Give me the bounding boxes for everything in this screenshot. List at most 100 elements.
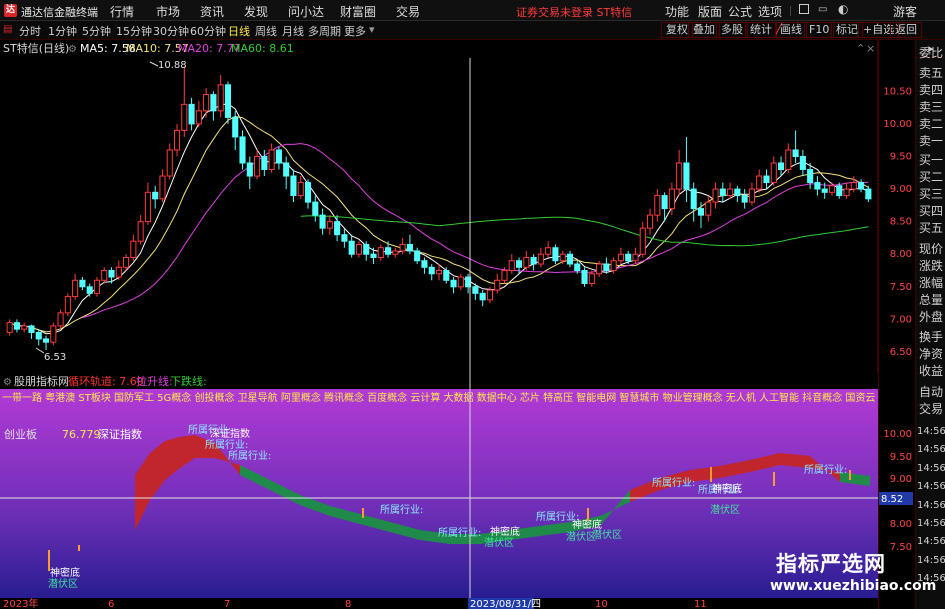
period-weekly[interactable]: 周线 bbox=[255, 23, 277, 39]
menu-options[interactable]: 选项 bbox=[758, 3, 782, 20]
candle bbox=[21, 325, 28, 330]
signal-bar bbox=[362, 508, 364, 518]
menu-function[interactable]: 功能 bbox=[665, 3, 689, 20]
menu-news[interactable]: 资讯 bbox=[200, 3, 224, 20]
period-multi[interactable]: 多周期 bbox=[308, 23, 341, 39]
candle bbox=[203, 94, 210, 112]
candle bbox=[603, 263, 610, 272]
period-more[interactable]: 更多 bbox=[344, 23, 366, 39]
tab-ask1[interactable]: 卖一 bbox=[916, 134, 945, 148]
candle bbox=[763, 175, 770, 184]
tab-ask3[interactable]: 卖三 bbox=[916, 100, 945, 114]
tab-bid1[interactable]: 买一 bbox=[916, 153, 945, 167]
candle bbox=[224, 84, 232, 118]
tab-ask2[interactable]: 卖二 bbox=[916, 117, 945, 131]
period-daily[interactable]: 日线 bbox=[228, 23, 250, 39]
period-1min[interactable]: 1分钟 bbox=[48, 23, 77, 39]
candle bbox=[741, 195, 748, 203]
guest-label[interactable]: 游客 bbox=[893, 3, 917, 20]
tab-bid3[interactable]: 买三 bbox=[916, 187, 945, 201]
menu-layout[interactable]: 版面 bbox=[698, 3, 722, 20]
candle bbox=[42, 338, 50, 343]
period-15min[interactable]: 15分钟 bbox=[116, 23, 152, 39]
close-icon[interactable]: × bbox=[866, 42, 875, 55]
candle bbox=[472, 286, 479, 294]
tab-turnover[interactable]: 换手 bbox=[916, 330, 945, 344]
period-5min[interactable]: 5分钟 bbox=[82, 23, 111, 39]
watermark-title: 指标严选网 bbox=[776, 552, 886, 576]
period-30min[interactable]: 30分钟 bbox=[153, 23, 189, 39]
candle bbox=[501, 270, 508, 281]
menu-discover[interactable]: 发现 bbox=[244, 3, 268, 20]
time-item: 14:56 bbox=[917, 481, 945, 493]
stock-title[interactable]: ST特信(日线) bbox=[3, 41, 69, 55]
tab-earnings[interactable]: 收益 bbox=[916, 364, 945, 378]
draw-line-button[interactable]: 画线 bbox=[775, 22, 807, 38]
tab-ask4[interactable]: 卖四 bbox=[916, 83, 945, 97]
candle bbox=[581, 270, 588, 285]
screen-icon[interactable]: ▭ bbox=[818, 4, 830, 16]
chevron-up-icon[interactable]: ⌃ bbox=[856, 42, 865, 55]
period-monthly[interactable]: 月线 bbox=[282, 23, 304, 39]
period-intraday[interactable]: 分时 bbox=[19, 23, 41, 39]
tab-outer[interactable]: 外盘 bbox=[916, 310, 945, 324]
candle bbox=[348, 240, 355, 255]
list-icon[interactable]: ▤ bbox=[3, 24, 12, 36]
menu-quotes[interactable]: 行情 bbox=[110, 3, 134, 20]
index-label: 深证指数 bbox=[98, 427, 142, 441]
auto-trade-label[interactable]: 自动 bbox=[916, 385, 945, 399]
tab-change-pct[interactable]: 涨幅 bbox=[916, 276, 945, 290]
menu-ask[interactable]: 问小达 bbox=[288, 3, 324, 20]
candle bbox=[370, 253, 377, 258]
candle bbox=[93, 279, 101, 294]
candle bbox=[639, 227, 646, 255]
tab-bid2[interactable]: 买二 bbox=[916, 170, 945, 184]
tab-bid-ratio[interactable]: 委比 bbox=[916, 46, 945, 60]
app-logo-icon: 达 bbox=[4, 4, 17, 17]
login-notice[interactable]: 证券交易未登录 ST特信 bbox=[516, 4, 632, 20]
window-icon[interactable] bbox=[799, 4, 809, 14]
tab-volume[interactable]: 总量 bbox=[916, 293, 945, 307]
chart-area[interactable]: ST特信(日线) ⚙ MA5: 7.58 MA10: 7.57 MA20: 7.… bbox=[0, 40, 915, 609]
candle bbox=[115, 266, 122, 278]
tab-bid4[interactable]: 买四 bbox=[916, 204, 945, 218]
tab-net-assets[interactable]: 净资 bbox=[916, 347, 945, 361]
indicator-title[interactable]: 股朋指标网 bbox=[14, 374, 69, 388]
trade-label[interactable]: 交易 bbox=[916, 402, 945, 416]
menu-trade[interactable]: 交易 bbox=[396, 3, 420, 20]
period-toolbar: ▤ 分时 1分钟 5分钟 15分钟 30分钟 60分钟 日线 周线 月线 多周期… bbox=[0, 21, 945, 40]
menu-wealth[interactable]: 财富圈 bbox=[340, 3, 376, 20]
settings-icon[interactable]: ⚙ bbox=[68, 44, 77, 55]
back-button[interactable]: 返回 bbox=[890, 22, 922, 38]
menu-formula[interactable]: 公式 bbox=[728, 3, 752, 20]
tab-price[interactable]: 现价 bbox=[916, 242, 945, 256]
candle bbox=[516, 260, 523, 268]
title-bar: 达 通达信金融终端 行情 市场 资讯 发现 问小达 财富圈 交易 证券交易未登录… bbox=[0, 0, 945, 21]
chevron-down-icon[interactable]: ▾ bbox=[369, 23, 375, 36]
x-tick: 2023年 bbox=[3, 597, 38, 609]
candle bbox=[130, 240, 137, 258]
candle bbox=[777, 162, 785, 171]
candle bbox=[173, 129, 181, 151]
tab-ask5[interactable]: 卖五 bbox=[916, 66, 945, 80]
candle bbox=[632, 253, 639, 262]
candle bbox=[86, 286, 93, 294]
candle bbox=[261, 155, 268, 171]
candle bbox=[646, 214, 654, 229]
chart-canvas[interactable]: ST特信(日线) ⚙ MA5: 7.58 MA10: 7.57 MA20: 7.… bbox=[0, 40, 915, 609]
tab-bid5[interactable]: 买五 bbox=[916, 221, 945, 235]
period-60min[interactable]: 60分钟 bbox=[190, 23, 226, 39]
settings-icon[interactable]: ⚙ bbox=[3, 377, 12, 388]
skin-icon[interactable]: ◐ bbox=[838, 2, 848, 16]
price-tick: 6.50 bbox=[890, 347, 912, 358]
f10-button[interactable]: F10 bbox=[804, 22, 835, 38]
menu-market[interactable]: 市场 bbox=[156, 3, 180, 20]
candle bbox=[858, 182, 865, 190]
candle bbox=[843, 188, 850, 197]
statistics-button[interactable]: 统计 bbox=[745, 22, 777, 38]
candle bbox=[72, 279, 79, 298]
industry-label: 所属行业: bbox=[652, 476, 695, 489]
crosshair-date: 2023/08/31/四 bbox=[470, 599, 541, 609]
multi-stock-button[interactable]: 多股 bbox=[716, 22, 748, 38]
tab-change[interactable]: 涨跌 bbox=[916, 259, 945, 273]
